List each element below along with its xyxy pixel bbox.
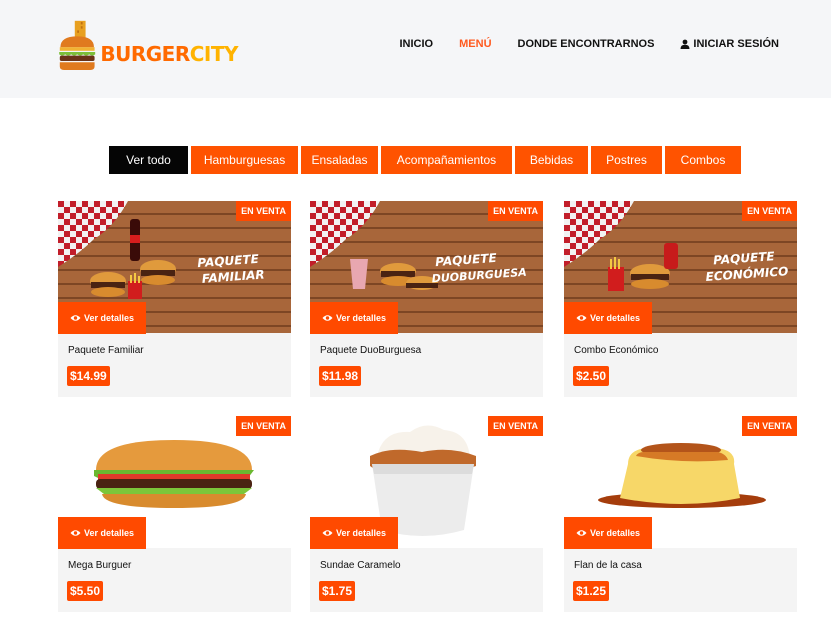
brand-name-part2: CITY — [189, 42, 239, 66]
product-card-mega-burguer: EN VENTA Ver detalles Mega Burguer $5.50 — [58, 416, 291, 612]
view-details-button[interactable]: Ver detalles — [310, 302, 398, 334]
product-card-paquete-duoburguesa: PAQUETE DUOBURGUESA EN VENTA Ver detalle… — [310, 201, 543, 397]
view-details-label: Ver detalles — [83, 313, 135, 323]
product-name: Combo Económico — [574, 345, 659, 356]
product-card-flan-de-la-casa: EN VENTA Ver detalles Flan de la casa $1… — [564, 416, 797, 612]
category-filters: Ver todo Hamburguesas Ensaladas Acompaña… — [109, 146, 741, 174]
product-name: Paquete Familiar — [68, 345, 144, 356]
view-details-button[interactable]: Ver detalles — [564, 517, 652, 549]
sale-badge: EN VENTA — [236, 201, 291, 221]
view-details-label: Ver detalles — [335, 528, 387, 538]
view-details-label: Ver detalles — [589, 528, 641, 538]
product-price: $2.50 — [573, 366, 610, 386]
eye-icon — [576, 530, 587, 536]
nav-item-donde-encontrarnos[interactable]: DONDE ENCONTRARNOS — [518, 38, 655, 50]
brand-name: BURGERCITY — [100, 42, 238, 66]
eye-icon — [576, 315, 587, 321]
nav-item-inicio[interactable]: INICIO — [400, 38, 434, 50]
nav-item-iniciar-sesion[interactable]: INICIAR SESIÓN — [680, 38, 779, 50]
product-card-paquete-familiar: PAQUETE FAMILIAR EN VENTA Ver detalles P… — [58, 201, 291, 397]
view-details-button[interactable]: Ver detalles — [564, 302, 652, 334]
filter-combos[interactable]: Combos — [665, 146, 741, 174]
sale-badge: EN VENTA — [488, 201, 543, 221]
eye-icon — [70, 530, 81, 536]
product-price: $14.99 — [67, 366, 110, 386]
filter-ensaladas[interactable]: Ensaladas — [301, 146, 378, 174]
filter-ver-todo[interactable]: Ver todo — [109, 146, 188, 174]
eye-icon — [322, 530, 333, 536]
view-details-button[interactable]: Ver detalles — [58, 302, 146, 334]
product-price: $5.50 — [67, 581, 104, 601]
filter-bebidas[interactable]: Bebidas — [515, 146, 588, 174]
product-name: Mega Burguer — [68, 560, 132, 571]
burger-logo-icon — [59, 20, 96, 70]
filter-postres[interactable]: Postres — [591, 146, 662, 174]
site-header: BURGERCITY INICIO MENÚ DONDE ENCONTRARNO… — [0, 0, 831, 98]
eye-icon — [70, 315, 81, 321]
user-icon — [680, 39, 690, 49]
product-name: Sundae Caramelo — [320, 560, 401, 571]
product-price: $1.25 — [573, 581, 610, 601]
sale-badge: EN VENTA — [488, 416, 543, 436]
product-name: Paquete DuoBurguesa — [320, 345, 422, 356]
sale-badge: EN VENTA — [742, 416, 797, 436]
main-nav: INICIO MENÚ DONDE ENCONTRARNOS INICIAR S… — [400, 38, 780, 50]
product-card-combo-economico: PAQUETE ECONÓMICO EN VENTA Ver detalles … — [564, 201, 797, 397]
product-price: $11.98 — [319, 366, 362, 386]
view-details-label: Ver detalles — [335, 313, 387, 323]
filter-hamburguesas[interactable]: Hamburguesas — [191, 146, 298, 174]
view-details-label: Ver detalles — [589, 313, 641, 323]
brand-name-part1: BURGER — [100, 42, 190, 66]
view-details-button[interactable]: Ver detalles — [310, 517, 398, 549]
sale-badge: EN VENTA — [742, 201, 797, 221]
brand-logo[interactable]: BURGERCITY — [58, 4, 239, 88]
sale-badge: EN VENTA — [236, 416, 291, 436]
eye-icon — [322, 315, 333, 321]
filter-acompanamientos[interactable]: Acompañamientos — [381, 146, 512, 174]
nav-item-iniciar-sesion-label: INICIAR SESIÓN — [693, 38, 779, 50]
view-details-button[interactable]: Ver detalles — [58, 517, 146, 549]
product-price: $1.75 — [319, 581, 356, 601]
product-name: Flan de la casa — [574, 560, 642, 571]
nav-item-menu[interactable]: MENÚ — [459, 38, 491, 50]
product-card-sundae-caramelo: EN VENTA Ver detalles Sundae Caramelo $1… — [310, 416, 543, 612]
view-details-label: Ver detalles — [83, 528, 135, 538]
